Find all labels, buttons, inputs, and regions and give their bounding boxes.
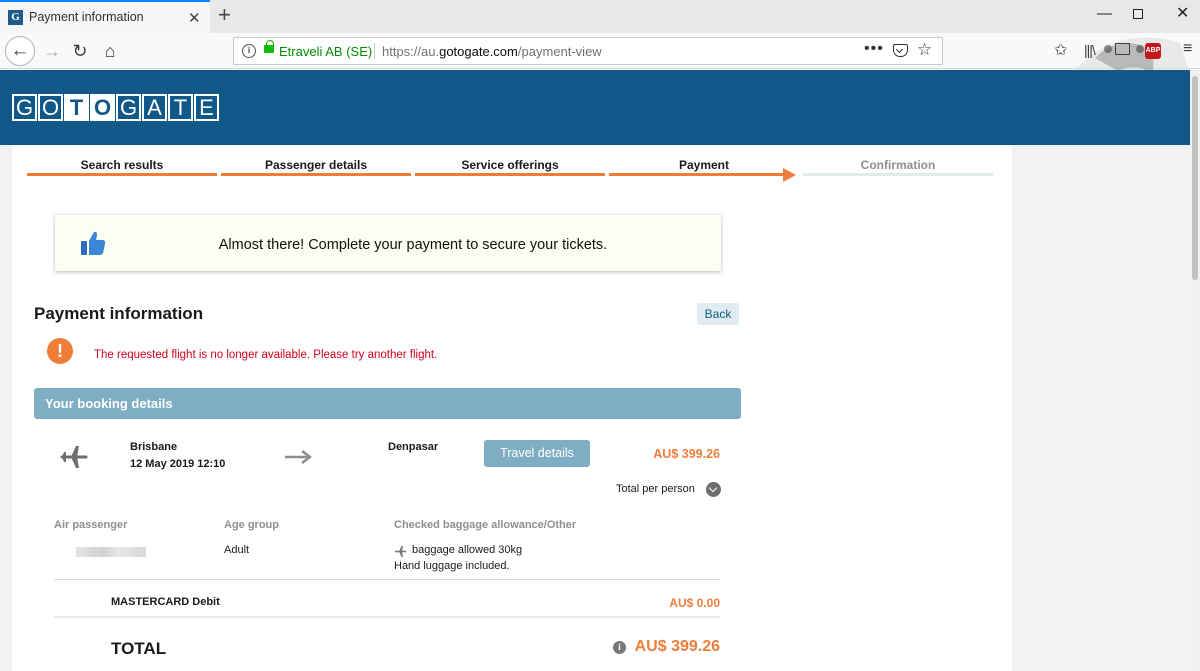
sidebar-icon[interactable] (1115, 43, 1130, 55)
active-tab[interactable]: G Payment information ✕ (0, 0, 210, 33)
payment-notice: Almost there! Complete your payment to s… (55, 215, 721, 271)
adblock-icon[interactable]: ABP (1145, 43, 1161, 59)
step-label: Service offerings (461, 158, 559, 172)
logo-letter: T (168, 94, 193, 121)
gotogate-favicon-icon: G (8, 10, 23, 25)
tab-close-icon[interactable]: ✕ (188, 9, 201, 27)
total-amount: AU$ 399.26 (634, 638, 720, 655)
logo-letter: G (116, 94, 141, 121)
page-title: Payment information (34, 304, 204, 323)
main-content: Search results Passenger details Service… (12, 145, 1012, 671)
tab-title: Payment information (29, 10, 144, 24)
gotogate-logo[interactable]: G O T O G A T E (12, 94, 220, 121)
back-arrow-icon[interactable]: ← (5, 36, 35, 66)
step-label: Search results (80, 158, 164, 172)
step-search-results: Search results (27, 155, 217, 181)
step-label: Confirmation (860, 158, 936, 172)
step-passenger-details: Passenger details (221, 155, 411, 181)
total-label: TOTAL (111, 639, 167, 658)
scrollbar-thumb[interactable] (1192, 76, 1198, 280)
passenger-age-group: Adult (224, 544, 250, 556)
logo-letter: O (38, 94, 63, 121)
booking-progress: Search results Passenger details Service… (27, 155, 997, 185)
lock-icon (264, 40, 274, 53)
warning-icon: ! (47, 338, 73, 364)
payment-method-fee: AU$ 0.00 (669, 596, 720, 610)
hamburger-menu-icon[interactable]: ≡ (1183, 40, 1192, 58)
reload-icon[interactable]: ↻ (66, 37, 94, 65)
window-close-button[interactable]: ✕ (1176, 3, 1189, 23)
window-maximize-button[interactable] (1133, 9, 1143, 19)
step-bar (221, 173, 411, 176)
step-bar (609, 173, 785, 176)
page-scrollbar[interactable] (1190, 70, 1200, 671)
right-arrow-icon (285, 450, 312, 464)
travel-details-button[interactable]: Travel details (484, 440, 590, 467)
page-viewport: G O T O G A T E Search results Passenger… (0, 70, 1200, 671)
payment-method-label: MASTERCARD Debit (111, 596, 220, 608)
divider (54, 579, 720, 580)
departure-datetime: 12 May 2019 12:10 (130, 458, 226, 470)
baggage-allowance: baggage allowed 30kg (412, 544, 523, 556)
logo-letter: G (12, 94, 37, 121)
price-per-person: AU$ 399.26 (653, 447, 720, 461)
booking-details-header: Your booking details (34, 388, 741, 419)
step-arrow-icon (783, 168, 796, 182)
library-icon[interactable]: |||\ (1084, 42, 1096, 58)
airplane-icon (60, 446, 88, 468)
tab-strip: G Payment information ✕ + — ✕ (0, 0, 1200, 33)
logo-letter: T (64, 94, 89, 121)
booking-details-title: Your booking details (45, 396, 173, 411)
new-tab-button[interactable]: + (218, 2, 231, 28)
page-actions-icon[interactable]: ••• (864, 40, 884, 58)
step-payment: Payment (609, 155, 799, 182)
home-icon[interactable]: ⌂ (96, 37, 124, 65)
arrival-city: Denpasar (388, 441, 439, 453)
step-bar (27, 173, 217, 176)
logo-letter: A (142, 94, 167, 121)
step-service-offerings: Service offerings (415, 155, 605, 181)
hand-luggage-note: Hand luggage included. (394, 560, 510, 572)
site-header: G O T O G A T E (0, 70, 1190, 145)
pocket-icon[interactable] (893, 44, 908, 57)
navigation-toolbar: ← → ↻ ⌂ i Etraveli AB (SE) https://au.go… (0, 33, 1200, 103)
notice-text: Almost there! Complete your payment to s… (218, 237, 608, 253)
url-text[interactable]: https://au.gotogate.com/payment-view (382, 44, 602, 59)
address-bar[interactable]: i Etraveli AB (SE) https://au.gotogate.c… (233, 37, 943, 65)
airplane-small-icon (395, 546, 406, 557)
bookmark-star-icon[interactable]: ☆ (917, 40, 932, 60)
passenger-name-redacted (76, 547, 146, 557)
logo-letter: O (90, 94, 115, 121)
window-minimize-button[interactable]: — (1097, 5, 1112, 22)
bookmarks-star-icon[interactable]: ✩ (1054, 40, 1067, 60)
step-bar (415, 173, 605, 176)
column-baggage: Checked baggage allowance/Other (394, 519, 577, 531)
site-info-icon[interactable]: i (242, 44, 256, 58)
error-message: The requested flight is no longer availa… (94, 349, 438, 361)
column-air-passenger: Air passenger (54, 519, 128, 531)
step-label: Passenger details (264, 158, 368, 172)
logo-letter: E (194, 94, 219, 121)
site-identity[interactable]: Etraveli AB (SE) (279, 44, 372, 59)
divider (54, 616, 720, 618)
step-label: Payment (678, 158, 730, 172)
column-age-group: Age group (224, 519, 279, 531)
back-button[interactable]: Back (697, 303, 739, 325)
departure-city: Brisbane (130, 441, 178, 453)
price-note: Total per person (616, 483, 695, 495)
forward-arrow-icon[interactable]: → (38, 37, 66, 65)
step-bar (803, 173, 993, 176)
chevron-down-icon[interactable] (706, 482, 721, 497)
url-separator (374, 43, 375, 59)
step-confirmation: Confirmation (803, 155, 993, 181)
